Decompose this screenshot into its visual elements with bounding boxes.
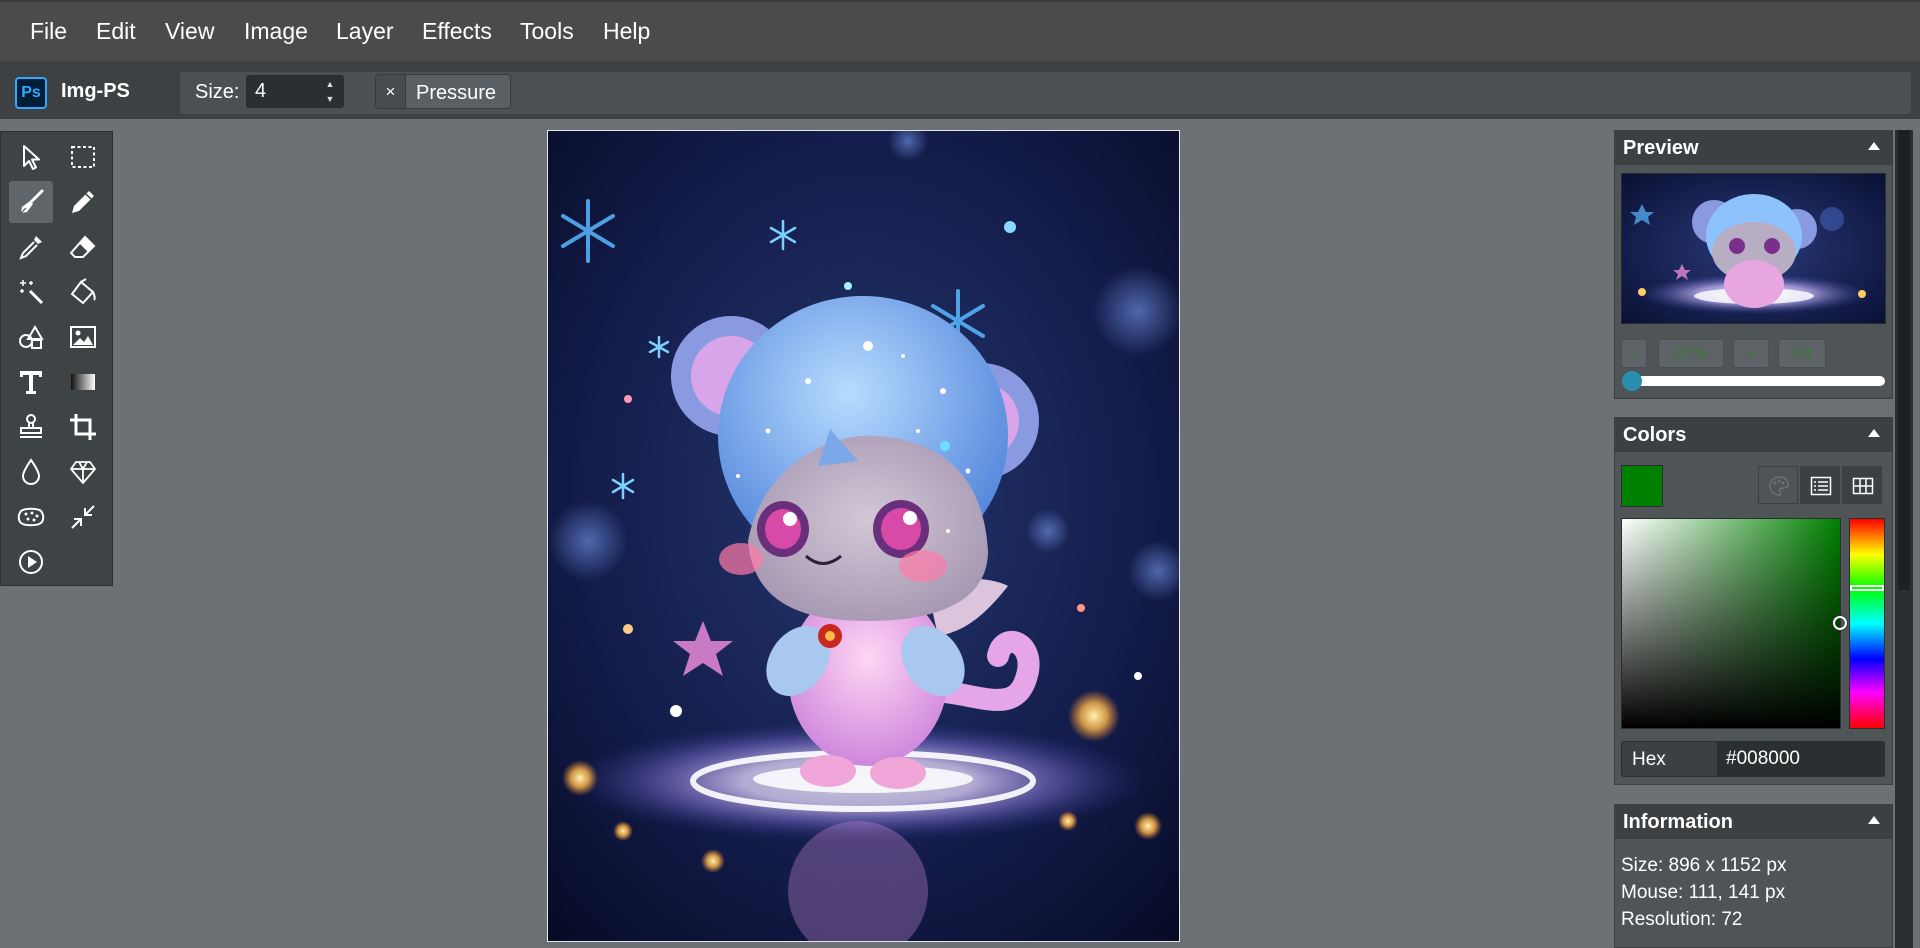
info-resolution: Resolution: 72 [1621, 909, 1743, 930]
image-tool-button[interactable] [61, 316, 105, 358]
hue-slider-handle[interactable] [1850, 585, 1884, 591]
pencil-tool-button[interactable] [61, 181, 105, 223]
app-name: Img-PS [61, 80, 130, 102]
zoom-slider-thumb[interactable] [1622, 371, 1642, 391]
app-logo: Ps [15, 77, 47, 109]
menu-image[interactable]: Image [244, 18, 308, 45]
text-tool-icon [20, 371, 42, 394]
marquee-tool-icon [71, 146, 95, 168]
hex-label: Hex [1632, 749, 1666, 770]
animation-play-tool-icon [19, 550, 43, 574]
zoom-in-button[interactable]: + [1733, 339, 1769, 368]
blur-tool-button[interactable] [9, 451, 53, 493]
blur-tool-icon [21, 458, 41, 485]
size-label: Size: [195, 81, 240, 103]
canvas-area[interactable] [547, 130, 1180, 942]
toolbox [0, 131, 113, 586]
pencil-tool-icon [72, 191, 94, 213]
zoom-slider-track[interactable] [1625, 376, 1885, 386]
collapse-arrow-icon[interactable] [1868, 142, 1880, 150]
sponge-tool-button[interactable] [9, 496, 53, 538]
magic-wand-tool-icon [20, 280, 44, 305]
text-tool-button[interactable] [9, 361, 53, 403]
shapes-tool-icon [19, 325, 44, 349]
crop-tool-button[interactable] [61, 406, 105, 448]
sv-picker-handle[interactable] [1833, 616, 1847, 630]
gradient-tool-button[interactable] [61, 361, 105, 403]
zoom-out-button[interactable]: - [1621, 339, 1647, 368]
canvas-image [548, 131, 1179, 941]
marquee-tool-button[interactable] [61, 136, 105, 178]
eyedropper-tool-button[interactable] [9, 226, 53, 268]
resize-tool-button[interactable] [61, 496, 105, 538]
pressure-toggle-button[interactable]: × Pressure [375, 74, 511, 109]
gradient-tool-icon [71, 374, 95, 390]
brush-tool-icon [20, 189, 44, 214]
menu-edit[interactable]: Edit [96, 18, 136, 45]
magic-wand-tool-button[interactable] [9, 271, 53, 313]
resize-tool-icon [71, 505, 95, 529]
clone-stamp-tool-button[interactable] [9, 406, 53, 448]
image-tool-icon [70, 326, 96, 348]
saturation-value-picker[interactable] [1621, 518, 1847, 729]
eraser-tool-button[interactable] [61, 226, 105, 268]
select-tool-button[interactable] [9, 136, 53, 178]
preview-thumbnail[interactable] [1621, 173, 1886, 324]
preview-panel-title: Preview [1623, 137, 1699, 159]
menu-layer[interactable]: Layer [336, 18, 394, 45]
crop-tool-icon [70, 414, 96, 440]
zoom-fit-button[interactable]: Fit [1778, 339, 1826, 368]
size-spinner: ▲ ▼ [316, 75, 344, 108]
palette-view-button[interactable] [1758, 466, 1798, 504]
brush-tool-button[interactable] [9, 181, 53, 223]
eyedropper-tool-icon [19, 236, 42, 260]
information-panel-header[interactable]: Information [1615, 805, 1892, 839]
size-decrement-button[interactable]: ▼ [317, 92, 343, 107]
collapse-arrow-icon[interactable] [1868, 816, 1880, 824]
menu-view[interactable]: View [165, 18, 214, 45]
palette-icon [1769, 476, 1789, 496]
fill-bucket-tool-icon [70, 278, 96, 305]
pressure-label: Pressure [416, 82, 497, 104]
fill-bucket-tool-button[interactable] [61, 271, 105, 313]
information-panel-title: Information [1623, 811, 1733, 833]
menu-file[interactable]: File [30, 18, 67, 45]
sponge-tool-icon [17, 507, 45, 527]
preview-panel-header[interactable]: Preview [1615, 131, 1892, 165]
sharpen-tool-icon [70, 461, 96, 484]
panels-scrollbar-thumb[interactable] [1898, 130, 1910, 590]
pressure-off-icon: × [376, 75, 406, 108]
animation-play-tool-button[interactable] [9, 541, 53, 583]
size-increment-button[interactable]: ▲ [317, 77, 343, 92]
hue-slider[interactable] [1849, 518, 1885, 729]
grid-view-button[interactable] [1842, 466, 1882, 504]
preview-thumbnail-image [1622, 174, 1885, 323]
menu-effects[interactable]: Effects [422, 18, 492, 45]
shapes-tool-button[interactable] [9, 316, 53, 358]
eraser-tool-icon [69, 235, 96, 258]
colors-panel-title: Colors [1623, 424, 1687, 446]
select-tool-icon [23, 145, 40, 170]
clone-stamp-tool-icon [20, 414, 42, 438]
brush-size-input[interactable]: 4 [246, 75, 316, 108]
sharpen-tool-button[interactable] [61, 451, 105, 493]
panels-scrollbar[interactable] [1895, 130, 1913, 948]
list-icon [1810, 476, 1832, 496]
current-color-swatch[interactable] [1621, 465, 1663, 507]
menu-bar: File Edit View Image Layer Effects Tools… [0, 0, 1920, 61]
list-view-button[interactable] [1800, 466, 1840, 504]
grid-icon [1852, 477, 1874, 495]
collapse-arrow-icon[interactable] [1868, 429, 1880, 437]
info-mouse: Mouse: 111, 141 px [1621, 882, 1786, 903]
hex-field: Hex #008000 [1621, 741, 1885, 777]
info-size: Size: 896 x 1152 px [1621, 855, 1787, 876]
hex-input[interactable]: #008000 [1717, 742, 1885, 776]
menu-tools[interactable]: Tools [520, 18, 574, 45]
menu-help[interactable]: Help [603, 18, 650, 45]
colors-panel-header[interactable]: Colors [1615, 418, 1892, 452]
zoom-level-display: 47% [1658, 339, 1724, 368]
